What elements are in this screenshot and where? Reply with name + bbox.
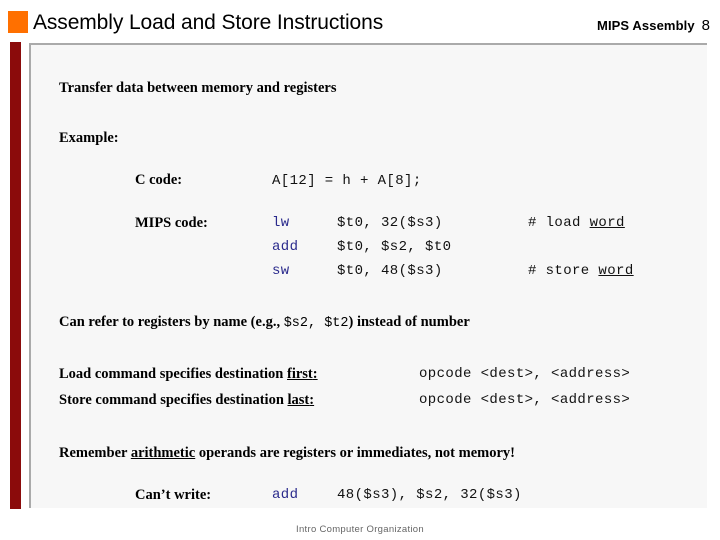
remember-keyword: arithmetic xyxy=(130,445,196,461)
mips-line-comment-prefix: # store xyxy=(528,263,599,279)
load-rule-prefix: Load command specifies destination xyxy=(59,366,287,382)
register-note-prefix: Can refer to registers by name (e.g., xyxy=(59,314,284,330)
store-rule-prefix: Store command specifies destination xyxy=(59,392,288,408)
slide-number: 8 xyxy=(701,17,710,34)
mips-line-mnemonic: sw xyxy=(272,263,290,279)
register-note-suffix: ) instead of number xyxy=(348,314,470,330)
mips-line-comment-keyword: word xyxy=(598,263,634,279)
slide-header: Assembly Load and Store Instructions MIP… xyxy=(0,0,720,46)
mips-line-comment: # load word xyxy=(528,215,625,231)
mips-code-label: MIPS code: xyxy=(135,215,208,231)
header-meta: MIPS Assembly 8 xyxy=(597,18,710,34)
store-rule-keyword: last xyxy=(287,392,310,408)
example-label: Example: xyxy=(59,130,119,146)
load-rule-syntax: opcode <dest>, <address> xyxy=(419,366,631,382)
orange-square-icon xyxy=(8,11,28,33)
load-rule-suffix: : xyxy=(312,366,318,382)
load-rule-text: Load command specifies destination first… xyxy=(59,366,318,383)
mips-line-operands: $t0, 32($s3) xyxy=(337,215,443,231)
c-code-text: A[12] = h + A[8]; xyxy=(272,173,422,189)
cant-write-operands: 48($s3), $s2, 32($s3) xyxy=(337,487,522,503)
mips-line-comment-prefix: # load xyxy=(528,215,590,231)
intro-text: Transfer data between memory and registe… xyxy=(59,80,337,96)
store-rule-suffix: : xyxy=(309,392,315,408)
left-accent-bar xyxy=(10,42,21,509)
remember-note: Remember arithmetic operands are registe… xyxy=(59,444,515,462)
mips-line-mnemonic: add xyxy=(272,239,299,255)
cant-write-mnemonic: add xyxy=(272,487,299,503)
c-code-label: C code: xyxy=(135,172,183,188)
slide-canvas: Assembly Load and Store Instructions MIP… xyxy=(0,0,720,540)
mips-line-comment: # store word xyxy=(528,263,634,279)
register-note-registers: $s2, $t2 xyxy=(283,316,349,331)
mips-line-operands: $t0, $s2, $t0 xyxy=(337,239,452,255)
load-rule-keyword: first xyxy=(287,366,313,382)
register-name-note: Can refer to registers by name (e.g., $s… xyxy=(59,313,470,333)
footer-text: Intro Computer Organization xyxy=(296,524,424,535)
store-rule-text: Store command specifies destination last… xyxy=(59,392,314,409)
mips-line-mnemonic: lw xyxy=(272,215,290,231)
course-label: MIPS Assembly xyxy=(597,18,695,33)
page-title: Assembly Load and Store Instructions xyxy=(33,11,384,34)
cant-write-label: Can’t write: xyxy=(135,487,212,503)
store-rule-syntax: opcode <dest>, <address> xyxy=(419,392,631,408)
remember-prefix: Remember xyxy=(59,445,131,461)
mips-line-comment-keyword: word xyxy=(589,215,625,231)
remember-suffix: operands are registers or immediates, no… xyxy=(195,445,515,461)
mips-line-operands: $t0, 48($s3) xyxy=(337,263,443,279)
